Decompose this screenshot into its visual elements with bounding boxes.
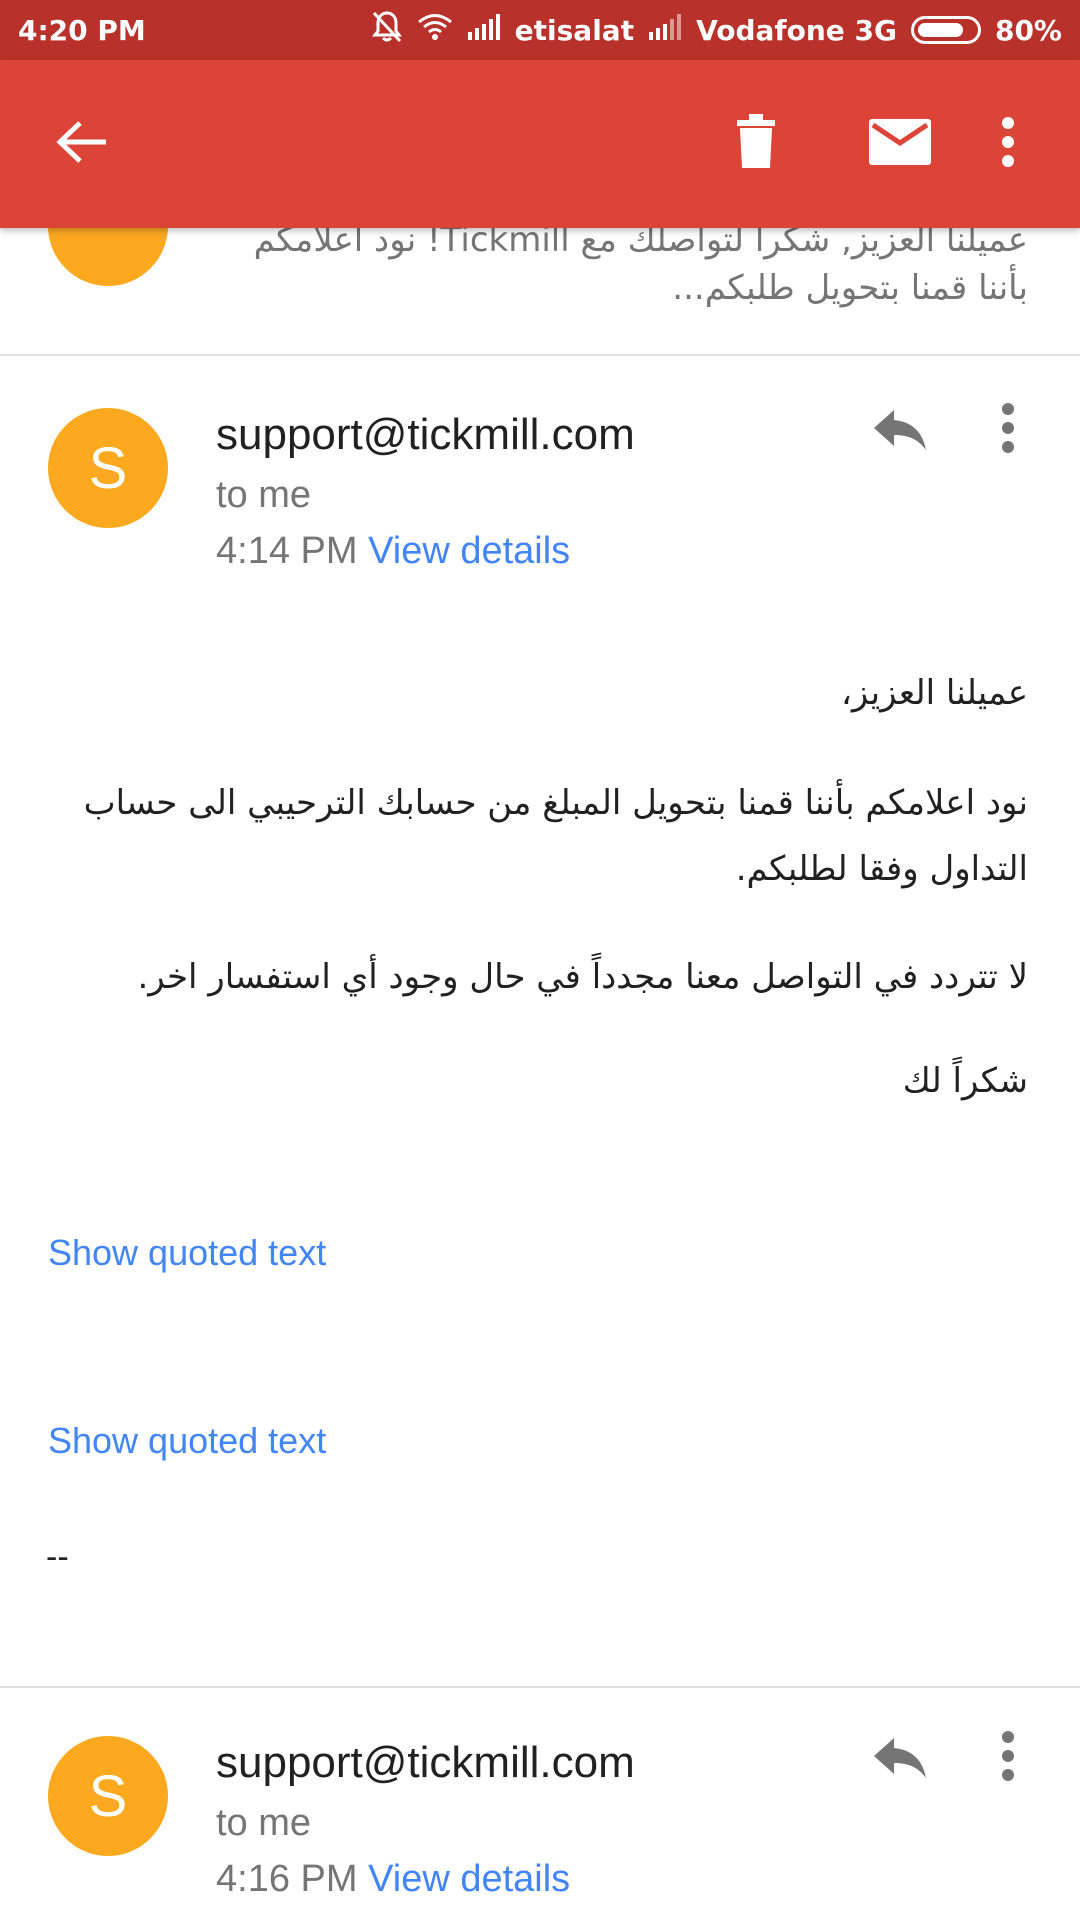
status-icons: etisalat Vodafone 3G 80% [371,10,1062,51]
message-header[interactable]: S support@tickmill.com to me 4:14 PM Vie… [0,358,1080,572]
battery-percent: 80% [994,13,1062,47]
carrier-2: Vodafone 3G [696,13,897,47]
avatar [48,228,168,286]
carrier-1: etisalat [514,13,635,47]
body-paragraph-1: نود اعلامكم بأننا قمنا بتحويل المبلغ من … [83,783,1028,889]
mark-unread-icon [869,119,931,169]
signal-icon [648,13,682,47]
body-greeting: عميلنا العزيز، [840,673,1028,713]
avatar: S [48,1736,168,1856]
sender-email: support@tickmill.com [216,1738,635,1787]
app-bar [0,60,1080,228]
timestamp-line: 4:14 PM View details [216,530,570,573]
collapsed-message[interactable]: عميلنا العزيز, شكراً لتواصلك مع Tickmill… [0,228,1080,356]
delete-icon [735,114,777,174]
show-quoted-text-link[interactable]: Show quoted text [48,1232,326,1274]
mute-bell-icon [371,10,403,51]
more-vert-icon [1001,117,1015,171]
status-time: 4:20 PM [18,14,146,47]
recipient-label: to me [216,1802,312,1844]
status-bar: 4:20 PM etisalat Vodafone 3G 80% [0,0,1080,60]
more-vert-icon [1001,403,1015,457]
message-header[interactable]: S support@tickmill.com to me 4:16 PM Vie… [0,1688,1080,1900]
avatar: S [48,408,168,528]
mark-unread-button[interactable] [868,112,932,176]
back-button[interactable] [50,112,114,176]
more-options-button[interactable] [976,112,1040,176]
sender-email: support@tickmill.com [216,410,635,459]
signature: -- [46,1538,69,1576]
wifi-icon [417,13,453,48]
body-closing: شكراً لك [902,1061,1028,1101]
more-vert-icon [1001,1731,1015,1785]
back-arrow-icon [56,120,108,168]
timestamp-line: 4:16 PM View details [216,1858,570,1901]
reply-icon [872,1736,928,1784]
signal-icon [467,13,501,47]
message-more-button[interactable] [976,1726,1040,1790]
reply-button[interactable] [868,400,932,464]
timestamp: 4:14 PM [216,530,358,572]
show-quoted-text-link[interactable]: Show quoted text [48,1420,326,1462]
message-snippet: عميلنا العزيز, شكراً لتواصلك مع Tickmill… [253,228,1028,308]
body-paragraph-2: لا تتردد في التواصل معنا مجدداً في حال و… [137,957,1028,997]
message-more-button[interactable] [976,398,1040,462]
recipient-label: to me [216,474,312,516]
timestamp: 4:16 PM [216,1858,358,1900]
view-details-link[interactable]: View details [368,530,570,572]
view-details-link[interactable]: View details [368,1858,570,1900]
battery-icon [910,16,981,44]
reply-button[interactable] [868,1728,932,1792]
reply-icon [872,408,928,456]
delete-button[interactable] [724,112,788,176]
